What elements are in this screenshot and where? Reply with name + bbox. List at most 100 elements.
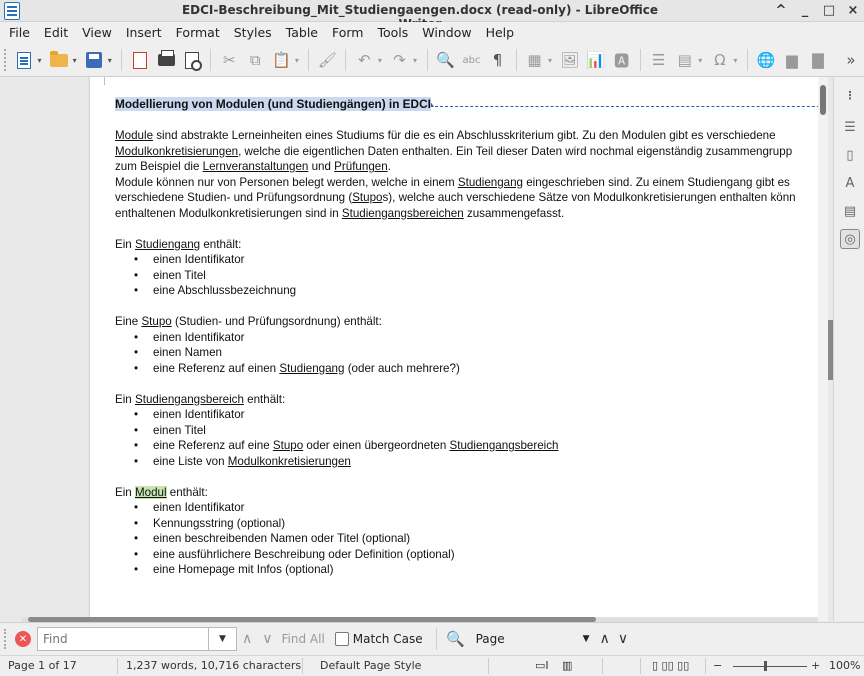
print-preview-button[interactable]: [182, 49, 203, 71]
menu-help[interactable]: Help: [479, 22, 522, 44]
field-dropdown-arrow[interactable]: ▾: [696, 49, 705, 71]
new-document-button[interactable]: [14, 49, 34, 71]
maximize-button[interactable]: □: [822, 2, 836, 20]
studiengang-link[interactable]: Studiengang: [458, 176, 523, 189]
find-input[interactable]: [37, 627, 209, 651]
document-body[interactable]: Modellierung von Modulen (und Studiengän…: [115, 97, 818, 578]
special-character-dropdown-arrow[interactable]: ▾: [731, 49, 740, 71]
sidebar-settings-button[interactable]: ⋮: [840, 85, 860, 105]
copy-button[interactable]: ⧉: [245, 49, 265, 71]
scope-previous-icon[interactable]: ∧: [600, 631, 610, 647]
sidebar-navigator-button[interactable]: ◎: [840, 229, 860, 249]
insert-textbox-button[interactable]: 🅰: [612, 49, 632, 71]
module-link[interactable]: Module: [115, 129, 153, 142]
studiengangsbereichen-link[interactable]: Studiengangsbereichen: [342, 207, 464, 220]
insert-field-button[interactable]: ▤: [675, 49, 695, 71]
vertical-scrollbar[interactable]: [818, 77, 828, 621]
undo-dropdown-arrow[interactable]: ▾: [375, 49, 384, 71]
new-dropdown-arrow[interactable]: ▾: [35, 49, 44, 71]
table-dropdown-arrow[interactable]: ▾: [546, 49, 555, 71]
zoom-out-button[interactable]: −: [713, 659, 722, 672]
find-replace-button[interactable]: 🔍: [435, 49, 455, 71]
scope-next-icon[interactable]: ∨: [618, 631, 628, 647]
sidebar-gallery-button[interactable]: ▤: [840, 201, 860, 221]
toolbar-overflow-button[interactable]: »: [841, 49, 861, 71]
find-next-icon[interactable]: ∨: [262, 631, 272, 647]
lernveranstaltungen-link[interactable]: Lernveranstaltungen: [203, 160, 309, 173]
find-replace-dialog-button[interactable]: 🔍: [445, 628, 467, 650]
studiengangsbereich-link[interactable]: Studiengangsbereich: [135, 393, 244, 406]
sidebar-page-button[interactable]: ▯: [840, 145, 860, 165]
open-button[interactable]: [49, 49, 69, 71]
zoom-level[interactable]: 100%: [829, 659, 860, 672]
studiengangsbereich-link[interactable]: Studiengangsbereich: [450, 439, 559, 452]
selection-mode-icon[interactable]: ▥: [562, 659, 572, 672]
undo-button[interactable]: ↶: [354, 49, 374, 71]
document-page[interactable]: Modellierung von Modulen (und Studiengän…: [90, 77, 818, 617]
zoom-slider-handle[interactable]: [764, 661, 767, 671]
insert-image-button[interactable]: 🖼: [560, 49, 580, 71]
insert-chart-button[interactable]: 📊: [586, 49, 606, 71]
zoom-slider[interactable]: [733, 666, 807, 667]
modul-link[interactable]: Modul: [134, 485, 167, 499]
spelling-button[interactable]: abc: [462, 49, 482, 71]
word-count-status[interactable]: 1,237 words, 10,716 characters: [126, 659, 301, 672]
paste-button[interactable]: 📋: [271, 49, 291, 71]
stupo-link[interactable]: Stupo: [141, 315, 171, 328]
find-previous-icon[interactable]: ∧: [242, 631, 252, 647]
paste-dropdown-arrow[interactable]: ▾: [292, 49, 301, 71]
menu-table[interactable]: Table: [279, 22, 325, 44]
insert-mode-icon[interactable]: ▭I: [535, 659, 549, 672]
sidebar-styles-button[interactable]: A: [840, 173, 860, 193]
page-style-status[interactable]: Default Page Style: [320, 659, 421, 672]
redo-button[interactable]: ↷: [389, 49, 409, 71]
find-all-button[interactable]: Find All: [282, 632, 325, 646]
insert-special-character-button[interactable]: Ω: [710, 49, 730, 71]
close-find-bar-icon[interactable]: ✕: [15, 631, 31, 647]
insert-page-break-button[interactable]: ☰: [649, 49, 669, 71]
window-shade-button[interactable]: ^: [774, 2, 788, 20]
menu-view[interactable]: View: [75, 22, 119, 44]
page-number-status[interactable]: Page 1 of 17: [8, 659, 77, 672]
stupo-link[interactable]: Stupo: [352, 191, 382, 204]
cut-button[interactable]: ✂: [219, 49, 239, 71]
export-pdf-button[interactable]: [130, 49, 150, 71]
close-window-button[interactable]: ×: [846, 2, 860, 20]
vertical-scroll-thumb[interactable]: [820, 85, 826, 115]
stupo-link[interactable]: Stupo: [273, 439, 303, 452]
toolbar-grip[interactable]: [4, 49, 7, 71]
formatting-marks-button[interactable]: ¶: [488, 49, 508, 71]
menu-styles[interactable]: Styles: [227, 22, 279, 44]
modulkonkretisierungen-link[interactable]: Modulkonkretisierungen: [115, 145, 238, 158]
menu-window[interactable]: Window: [415, 22, 478, 44]
save-dropdown-arrow[interactable]: ▾: [105, 49, 114, 71]
menu-tools[interactable]: Tools: [370, 22, 415, 44]
modulkonkretisierungen-link[interactable]: Modulkonkretisierungen: [228, 455, 351, 468]
find-toolbar-grip[interactable]: [4, 629, 7, 649]
menu-form[interactable]: Form: [325, 22, 371, 44]
search-scope-select[interactable]: Page ▼: [469, 627, 596, 651]
print-button[interactable]: [156, 49, 176, 71]
save-button[interactable]: [84, 49, 104, 71]
menu-edit[interactable]: Edit: [37, 22, 75, 44]
menu-insert[interactable]: Insert: [119, 22, 169, 44]
menu-file[interactable]: File: [2, 22, 37, 44]
studiengang-link[interactable]: Studiengang: [135, 238, 200, 251]
find-history-dropdown[interactable]: ▼: [209, 627, 237, 651]
insert-table-button[interactable]: ▦: [524, 49, 544, 71]
zoom-in-button[interactable]: +: [811, 659, 820, 672]
sidebar-properties-button[interactable]: ☰: [840, 117, 860, 137]
writer-app-icon[interactable]: [4, 2, 20, 20]
match-case-label[interactable]: Match Case: [353, 632, 423, 646]
insert-footnote-button[interactable]: ▆: [782, 49, 802, 71]
view-layout-icons[interactable]: ▯ ▯▯ ▯▯: [652, 659, 689, 672]
redo-dropdown-arrow[interactable]: ▾: [410, 49, 419, 71]
menu-format[interactable]: Format: [169, 22, 227, 44]
open-dropdown-arrow[interactable]: ▾: [70, 49, 79, 71]
minimize-button[interactable]: _: [798, 2, 812, 20]
insert-hyperlink-button[interactable]: 🌐: [756, 49, 776, 71]
clone-formatting-button[interactable]: 🖌: [317, 49, 337, 71]
pruefungen-link[interactable]: Prüfungen: [334, 160, 388, 173]
insert-endnote-button[interactable]: ▇: [808, 49, 828, 71]
match-case-checkbox[interactable]: [334, 632, 349, 646]
